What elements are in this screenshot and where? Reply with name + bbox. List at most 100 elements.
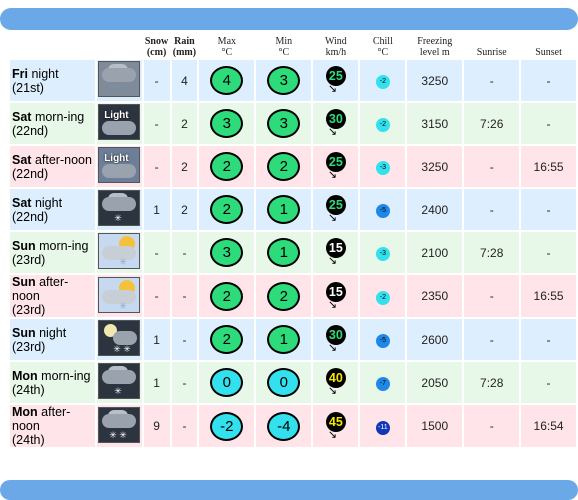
weather-icon-cell: ’’’ [96,60,142,101]
wind-arrow-icon: ↘ [327,428,338,441]
sunrise-value: - [464,405,520,447]
sunrise-value: 7:28 [464,232,520,273]
chill-badge: -11 [375,420,390,435]
forecast-row: Mon morn-ing (24th) ✳ 1-0 0 40 ↘ -7 2050 7:28- [10,362,576,403]
min-temp-cell: -4 [256,405,312,447]
snow-value: - [143,60,170,101]
forecast-row: Fri night (21st)’’’ -4 4 3 25 ↘ -2 3250- - [10,60,576,101]
day-name: Sun [12,275,36,289]
sunset-value: - [521,232,576,273]
min-temp-badge: 3 [267,66,301,95]
header-icon [97,32,142,58]
chill-cell: -5 [360,319,406,360]
wind-badge: 40 ↘ [322,366,350,397]
chill-badge: -5 [375,334,390,348]
chill-badge: -3 [375,161,390,175]
wind-arrow-icon: ↘ [327,298,338,311]
weather-icon-cell: ✳ [96,189,142,230]
wind-cell: 45 ↘ [313,405,359,447]
max-temp-cell: -2 [199,405,255,447]
wind-badge: 30 ↘ [322,323,350,354]
chill-cell: -5 [360,189,406,230]
rain-value: - [171,275,198,317]
wind-arrow-icon: ↘ [327,169,338,181]
min-temp-cell: 1 [256,189,312,230]
rain-value: - [171,232,198,273]
wind-cell: 30 ↘ [313,319,359,360]
heavy-cloud-rain-icon: ’’’ [98,61,141,97]
freezing-level-value: 2600 [407,319,463,360]
forecast-row: Sun morn-ing (23rd) ✳ - -3 1 15 ↘ -3 2100 7:28- [10,232,576,273]
wind-badge: 15 ↘ [322,280,350,310]
moon-snow-icon: ✳ ✳ [98,320,141,356]
weather-icon-cell: ✳ ✳ [96,405,142,447]
weather-icon-cell: ✳ [96,275,142,317]
sunrise-value: - [464,319,520,360]
sunset-value: - [521,362,576,403]
wind-arrow-icon: ↘ [327,385,338,397]
snow-value: 1 [143,362,170,403]
day-label: Sun morn-ing (23rd) [10,232,95,273]
forecast-row: Sun after-noon (23rd) ✳ - -2 2 15 ↘ -2 2350-16:55 [10,275,576,317]
min-temp-cell: 3 [256,60,312,101]
rain-value: 2 [171,189,198,230]
max-temp-badge: 2 [210,152,244,181]
forecast-row: Sun night (23rd) ✳ ✳ 1-2 1 30 ↘ -5 2600- - [10,319,576,360]
sun-cloud-icon: ✳ [98,233,141,269]
day-period: after-noon [34,152,92,167]
chill-badge: -7 [375,377,390,391]
chill-cell: -7 [360,362,406,403]
chill-cell: -11 [360,405,406,447]
cloud-snow-icon: ✳ [98,363,141,399]
min-temp-cell: 3 [256,103,312,144]
min-temp-badge: 1 [267,238,301,267]
freezing-level-value: 2400 [407,189,463,230]
weather-icon-cell: ✳ [96,362,142,403]
freezing-level-value: 3150 [407,103,463,144]
max-temp-cell: 2 [199,146,255,187]
day-name: Sun [12,325,36,340]
forecast-row: Sat after-noon (22nd) Light’’ -2 2 2 25 ↘ -3 3250… [10,146,576,187]
day-name: Mon [12,368,38,383]
day-period: night [39,325,67,340]
freezing-level-value: 3250 [407,146,463,187]
rain-value: - [171,319,198,360]
max-temp-cell: 2 [199,319,255,360]
day-date: (23rd) [12,303,46,317]
heavy-snow-icon: ✳ ✳ [98,406,141,443]
min-temp-cell: 2 [256,275,312,317]
min-temp-cell: 0 [256,362,312,403]
max-temp-cell: 0 [199,362,255,403]
forecast-row: Mon after-noon (24th) ✳ ✳ 9- -2 -4 45 ↘ -11 1500-… [10,405,576,447]
wind-badge: 25 ↘ [322,150,350,181]
wind-arrow-icon: ↘ [327,126,338,138]
wind-arrow-icon: ↘ [327,255,338,267]
max-temp-badge: 4 [210,66,244,95]
wind-arrow-icon: ↘ [327,342,338,354]
min-temp-badge: 1 [267,195,301,224]
header-sunset: Sunset [535,47,562,58]
day-period: night [34,195,63,210]
day-date: (22nd) [12,209,49,224]
max-temp-cell: 2 [199,275,255,317]
freezing-level-value: 2100 [407,232,463,273]
day-period: morn-ing [41,368,91,383]
wind-badge: 30 ↘ [322,107,350,138]
day-date: (22nd) [12,123,49,138]
sunset-value: 16:55 [521,146,576,187]
sunset-value: 16:54 [521,405,576,447]
rain-value: 4 [171,60,198,101]
wind-cell: 40 ↘ [313,362,359,403]
sunset-value: - [521,189,576,230]
max-temp-badge: -2 [210,411,244,441]
snow-value: 1 [143,189,170,230]
sunset-value: - [521,319,576,360]
max-temp-cell: 3 [199,232,255,273]
chill-badge: -5 [375,204,390,218]
day-period: morn-ing [34,109,85,124]
snow-value: 1 [143,319,170,360]
cloud-snow-icon: ✳ [98,190,141,226]
header-wind: Wind km/h [324,36,347,58]
day-date: (23rd) [12,252,46,267]
chill-cell: -3 [360,146,406,187]
